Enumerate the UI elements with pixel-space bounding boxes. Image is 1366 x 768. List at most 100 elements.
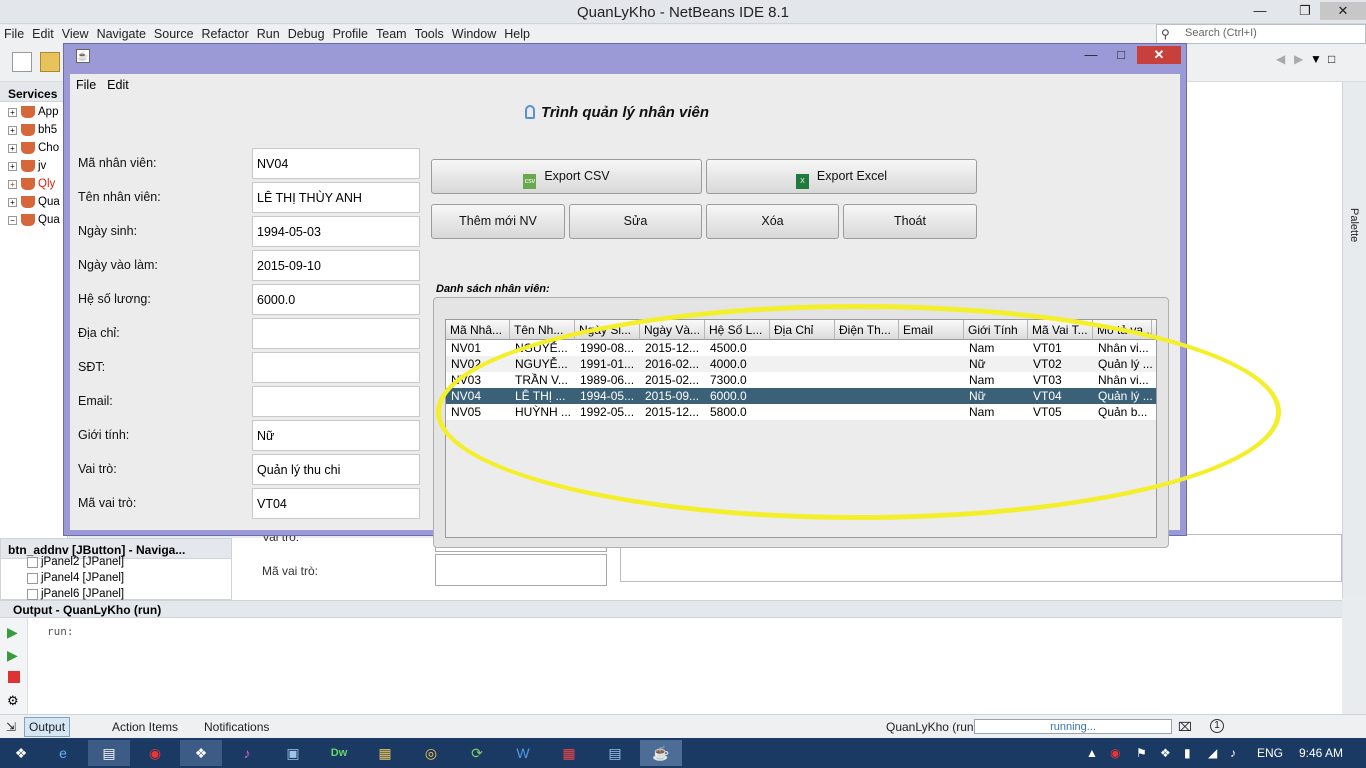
battery-icon[interactable]: ▮ bbox=[1184, 746, 1191, 760]
settings-icon[interactable]: ⚙ bbox=[7, 693, 19, 709]
java-app-icon[interactable]: ☕ bbox=[640, 740, 682, 766]
tree-item[interactable]: + bh5 bbox=[8, 124, 57, 136]
menu-profile[interactable]: Profile bbox=[329, 25, 372, 41]
dialog-close-icon[interactable]: ✕ bbox=[1137, 46, 1181, 64]
navigator-item[interactable]: jPanel6 [JPanel] bbox=[27, 588, 124, 600]
role-id-input[interactable]: VT04 bbox=[252, 488, 420, 519]
tree-item[interactable]: + Cho bbox=[8, 142, 59, 154]
stop-icon[interactable] bbox=[8, 671, 20, 683]
menu-help[interactable]: Help bbox=[500, 25, 534, 41]
tray-app-icon[interactable]: ◉ bbox=[1110, 746, 1120, 760]
notification-count-badge[interactable]: 1 bbox=[1210, 719, 1224, 733]
exit-button[interactable]: Thoát bbox=[843, 204, 977, 239]
internet-explorer-icon[interactable]: e bbox=[42, 740, 84, 766]
minimize-icon[interactable]: — bbox=[1245, 2, 1275, 20]
birth-date-input[interactable]: 1994-05-03 bbox=[252, 216, 420, 247]
menu-debug[interactable]: Debug bbox=[284, 25, 329, 41]
tab-notifications[interactable]: Notifications bbox=[204, 720, 269, 734]
chrome-icon[interactable]: ◎ bbox=[410, 740, 452, 766]
maximize-icon[interactable]: □ bbox=[1328, 52, 1340, 72]
employee-name-input[interactable]: LÊ THỊ THÙY ANH bbox=[252, 182, 420, 213]
nav-back-icon[interactable]: ◀ bbox=[1276, 52, 1288, 72]
phone-input[interactable] bbox=[252, 352, 420, 383]
menu-run[interactable]: Run bbox=[253, 25, 284, 41]
windows-start-icon[interactable]: ❖ bbox=[0, 740, 42, 766]
salary-coef-input[interactable]: 6000.0 bbox=[252, 284, 420, 315]
app-icon[interactable]: ▦ bbox=[364, 740, 406, 766]
dialog-maximize-icon[interactable]: □ bbox=[1107, 46, 1135, 64]
dialog-minimize-icon[interactable]: — bbox=[1077, 46, 1105, 64]
app-icon[interactable]: ◉ bbox=[134, 740, 176, 766]
cancel-task-icon[interactable]: ⌧ bbox=[1178, 720, 1192, 734]
add-employee-button[interactable]: Thêm mới NV bbox=[431, 204, 565, 239]
dreamweaver-icon[interactable]: Dw bbox=[318, 740, 360, 766]
tree-item[interactable]: + jv bbox=[8, 160, 46, 172]
menu-team[interactable]: Team bbox=[372, 25, 411, 41]
app-icon[interactable]: ♪ bbox=[226, 740, 268, 766]
start-date-input[interactable]: 2015-09-10 bbox=[252, 250, 420, 281]
column-header[interactable]: Mô tả va... bbox=[1093, 320, 1152, 340]
email-input[interactable] bbox=[252, 386, 420, 417]
gender-input[interactable]: Nữ bbox=[252, 420, 420, 451]
bg-role-id-field[interactable] bbox=[435, 554, 607, 586]
rerun-params-icon[interactable]: ▶ bbox=[7, 647, 18, 664]
menu-window[interactable]: Window bbox=[448, 25, 500, 41]
column-header[interactable]: Mã Vai T... bbox=[1028, 320, 1093, 340]
column-header[interactable]: Email bbox=[899, 320, 964, 340]
dialog-title-bar[interactable]: ☕ — □ ✕ bbox=[64, 44, 1186, 68]
column-header[interactable]: Giới Tính bbox=[964, 320, 1028, 340]
column-header[interactable]: Tên Nh... bbox=[510, 320, 575, 340]
volume-icon[interactable]: ♪ bbox=[1230, 746, 1236, 760]
table-row[interactable]: NV02 NGUYỄ... 1991-01... 2016-02... 4000.0 Nữ… bbox=[446, 356, 1156, 372]
column-header[interactable]: Mã Nhâ... bbox=[446, 320, 510, 340]
column-header[interactable]: Hệ Số L... bbox=[705, 320, 770, 340]
tree-item[interactable]: + App bbox=[8, 106, 58, 118]
column-header[interactable]: Địa Chỉ bbox=[770, 320, 835, 340]
network-icon[interactable]: ◢ bbox=[1208, 746, 1217, 760]
navigator-item[interactable]: jPanel2 [JPanel] bbox=[27, 556, 124, 568]
notepad-icon[interactable]: ▤ bbox=[594, 740, 636, 766]
dialog-menu-edit[interactable]: Edit bbox=[101, 74, 134, 92]
table-row[interactable]: NV01 NGUYỄ... 1990-08... 2015-12... 4500.0 Na… bbox=[446, 340, 1156, 356]
menu-tools[interactable]: Tools bbox=[411, 25, 448, 41]
tab-output[interactable]: Output bbox=[24, 717, 71, 737]
tab-action-items[interactable]: Action Items bbox=[112, 720, 178, 734]
role-input[interactable]: Quản lý thu chi bbox=[252, 454, 420, 485]
tray-windows-icon[interactable]: ❖ bbox=[1160, 746, 1171, 760]
tree-item[interactable]: + Qua bbox=[8, 196, 60, 208]
menu-edit[interactable]: Edit bbox=[28, 25, 58, 41]
export-csv-button[interactable]: csv Export CSV bbox=[431, 159, 702, 194]
virtualbox-icon[interactable]: ▣ bbox=[272, 740, 314, 766]
menu-source[interactable]: Source bbox=[150, 25, 198, 41]
edit-button[interactable]: Sửa bbox=[569, 204, 702, 239]
dialog-menu-file[interactable]: File bbox=[70, 74, 101, 92]
new-file-icon[interactable] bbox=[12, 52, 32, 72]
close-icon[interactable]: ✕ bbox=[1320, 2, 1366, 20]
panel-toggle-icon[interactable]: ⇲ bbox=[6, 720, 16, 734]
export-excel-button[interactable]: X Export Excel bbox=[706, 159, 977, 194]
delete-button[interactable]: Xóa bbox=[706, 204, 839, 239]
table-row[interactable]: NV03 TRẦN V... 1989-06... 2015-02... 7300.0 N… bbox=[446, 372, 1156, 388]
menu-file[interactable]: File bbox=[0, 25, 28, 41]
address-input[interactable] bbox=[252, 318, 420, 349]
app-icon[interactable]: ▦ bbox=[548, 740, 590, 766]
menu-navigate[interactable]: Navigate bbox=[93, 25, 150, 41]
file-explorer-icon[interactable]: ▤ bbox=[88, 740, 130, 766]
table-row[interactable]: NV05 HUỲNH ... 1992-05... 2015-12... 5800.0 N… bbox=[446, 404, 1156, 420]
table-row-selected[interactable]: NV04 LÊ THỊ ... 1994-05... 2015-09... 6000.0… bbox=[446, 388, 1156, 404]
column-header[interactable]: Điện Th... bbox=[835, 320, 899, 340]
word-icon[interactable]: W bbox=[502, 740, 544, 766]
app-icon[interactable]: ⟳ bbox=[456, 740, 498, 766]
new-project-icon[interactable] bbox=[40, 52, 60, 72]
menu-view[interactable]: View bbox=[58, 25, 93, 41]
rerun-icon[interactable]: ▶ bbox=[7, 624, 18, 641]
language-indicator[interactable]: ENG bbox=[1257, 746, 1283, 760]
employee-id-input[interactable]: NV04 bbox=[252, 148, 420, 179]
navigator-item[interactable]: jPanel4 [JPanel] bbox=[27, 572, 124, 584]
clock[interactable]: 9:46 AM bbox=[1299, 746, 1343, 760]
palette-tab[interactable]: Palette bbox=[1348, 208, 1360, 242]
menu-refactor[interactable]: Refactor bbox=[198, 25, 253, 41]
restore-icon[interactable]: ❐ bbox=[1290, 2, 1320, 20]
tray-expand-icon[interactable]: ▲ bbox=[1086, 746, 1098, 760]
netbeans-icon[interactable]: ❖ bbox=[180, 740, 222, 766]
